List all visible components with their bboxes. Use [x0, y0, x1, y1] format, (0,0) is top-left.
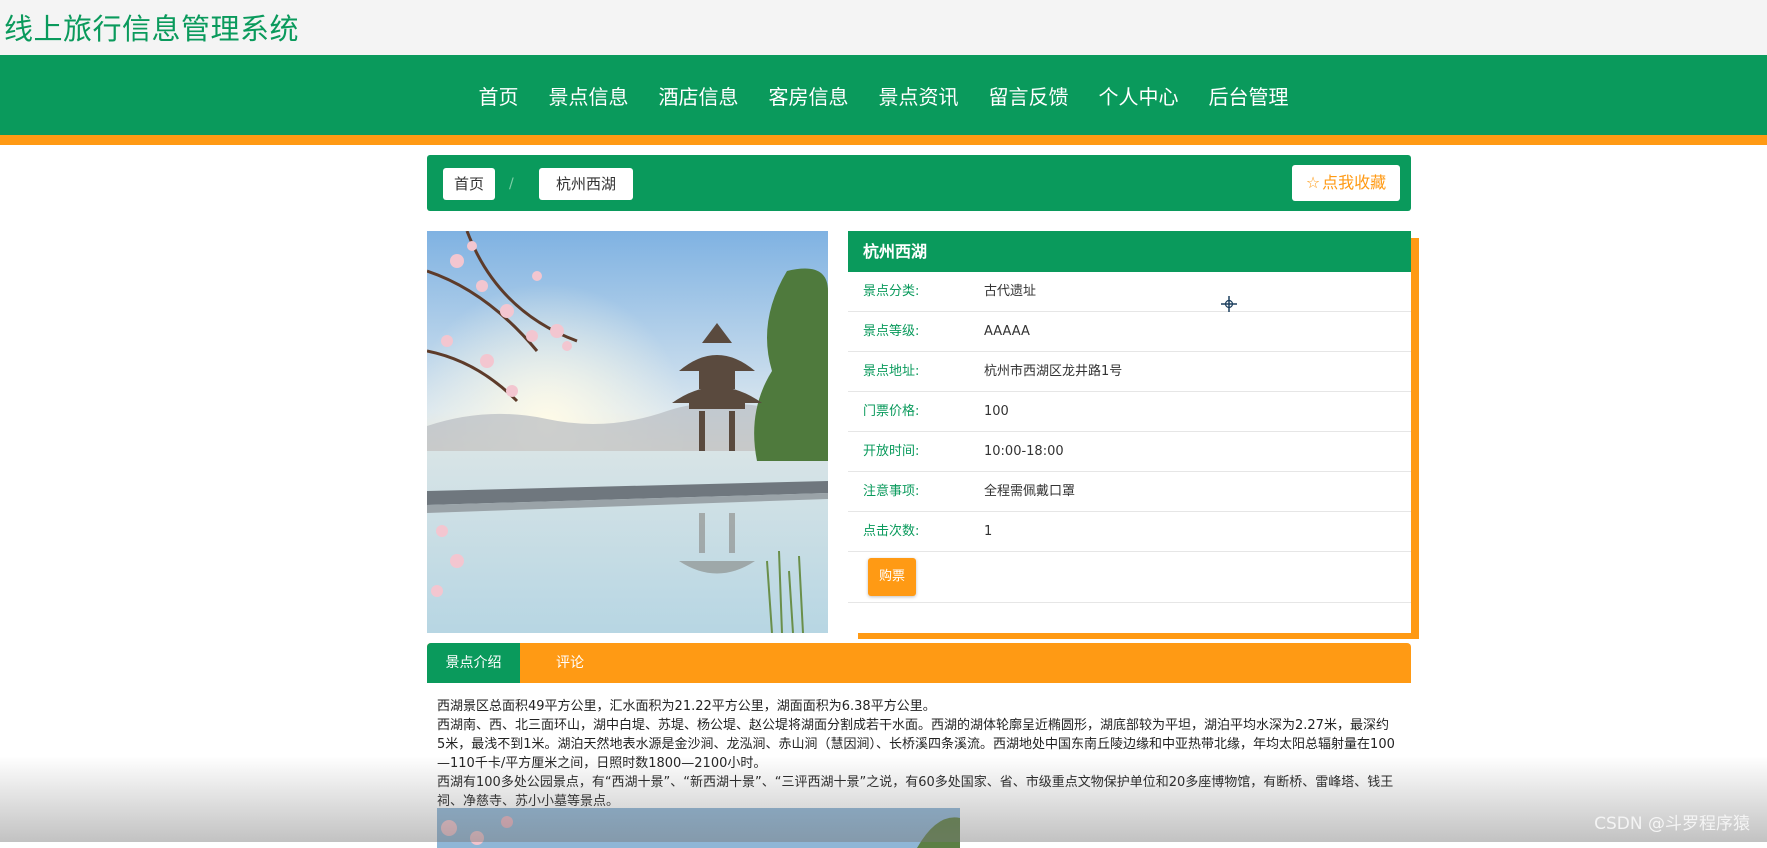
nav-admin[interactable]: 后台管理 [1209, 81, 1289, 110]
detail-value: 100 [984, 404, 1009, 419]
nav-profile[interactable]: 个人中心 [1099, 81, 1179, 110]
detail-title: 杭州西湖 [848, 231, 1411, 272]
breadcrumb: 首页 / 杭州西湖 ☆ 点我收藏 [427, 155, 1411, 211]
detail-row-notice: 注意事项: 全程需佩戴口罩 [848, 472, 1411, 512]
detail-card: 杭州西湖 景点分类: 古代遗址 景点等级: AAAAA 景点地址: 杭州市西湖区… [848, 231, 1411, 633]
detail-row-address: 景点地址: 杭州市西湖区龙井路1号 [848, 352, 1411, 392]
detail-label: 点击次数: [863, 524, 920, 539]
tab-comments[interactable]: 评论 [520, 643, 620, 683]
breadcrumb-separator: / [509, 176, 514, 192]
nav-divider [0, 135, 1767, 145]
detail-value: 全程需佩戴口罩 [984, 484, 1076, 499]
nav-news[interactable]: 景点资讯 [879, 81, 959, 110]
intro-paragraph: 西湖有100多处公园景点，有“西湖十景”、“新西湖十景”、“三评西湖十景”之说，… [437, 775, 1394, 809]
detail-row-level: 景点等级: AAAAA [848, 312, 1411, 352]
detail-value: 10:00-18:00 [984, 444, 1064, 459]
intro-paragraph: 西湖南、西、北三面环山，湖中白堤、苏堤、杨公堤、赵公堤将湖面分割成若干水面。西湖… [437, 718, 1395, 771]
detail-value: 古代遗址 [984, 284, 1037, 299]
detail-label: 门票价格: [863, 404, 920, 419]
detail-label: 景点地址: [863, 364, 920, 379]
nav-hotels[interactable]: 酒店信息 [659, 81, 739, 110]
detail-row-hours: 开放时间: 10:00-18:00 [848, 432, 1411, 472]
detail-value: 1 [984, 524, 993, 539]
site-header: 线上旅行信息管理系统 [0, 0, 1767, 55]
tab-introduction[interactable]: 景点介绍 [427, 643, 520, 683]
favorite-button[interactable]: ☆ 点我收藏 [1292, 165, 1400, 201]
breadcrumb-current: 杭州西湖 [539, 168, 633, 200]
intro-photo [437, 808, 960, 848]
detail-label: 景点等级: [863, 324, 920, 339]
attraction-photo [427, 231, 828, 633]
detail-label: 注意事项: [863, 484, 920, 499]
star-icon: ☆ [1305, 173, 1321, 192]
breadcrumb-home[interactable]: 首页 [443, 168, 495, 200]
watermark: CSDN @斗罗程序猿 [1594, 814, 1750, 834]
nav-attractions[interactable]: 景点信息 [549, 81, 629, 110]
main-nav: 首页 景点信息 酒店信息 客房信息 景点资讯 留言反馈 个人中心 后台管理 [0, 55, 1767, 135]
cursor-crosshair-icon [1221, 296, 1237, 312]
site-title: 线上旅行信息管理系统 [4, 12, 300, 46]
nav-feedback[interactable]: 留言反馈 [989, 81, 1069, 110]
favorite-label: 点我收藏 [1322, 173, 1387, 192]
detail-value: 杭州市西湖区龙井路1号 [984, 364, 1123, 379]
detail-label: 景点分类: [863, 284, 920, 299]
intro-paragraph: 西湖景区总面积49平方公里，汇水面积为21.22平方公里，湖面面积为6.38平方… [437, 699, 936, 714]
detail-row-category: 景点分类: 古代遗址 [848, 272, 1411, 312]
detail-row-price: 门票价格: 100 [848, 392, 1411, 432]
detail-value: AAAAA [984, 324, 1030, 339]
content-tabs: 景点介绍 评论 [427, 643, 1411, 683]
buy-row: 购票 [848, 552, 1411, 603]
attraction-introduction: 西湖景区总面积49平方公里，汇水面积为21.22平方公里，湖面面积为6.38平方… [437, 697, 1397, 811]
detail-row-clicks: 点击次数: 1 [848, 512, 1411, 552]
nav-rooms[interactable]: 客房信息 [769, 81, 849, 110]
nav-home[interactable]: 首页 [479, 81, 519, 110]
buy-ticket-button[interactable]: 购票 [868, 558, 916, 596]
detail-label: 开放时间: [863, 444, 920, 459]
